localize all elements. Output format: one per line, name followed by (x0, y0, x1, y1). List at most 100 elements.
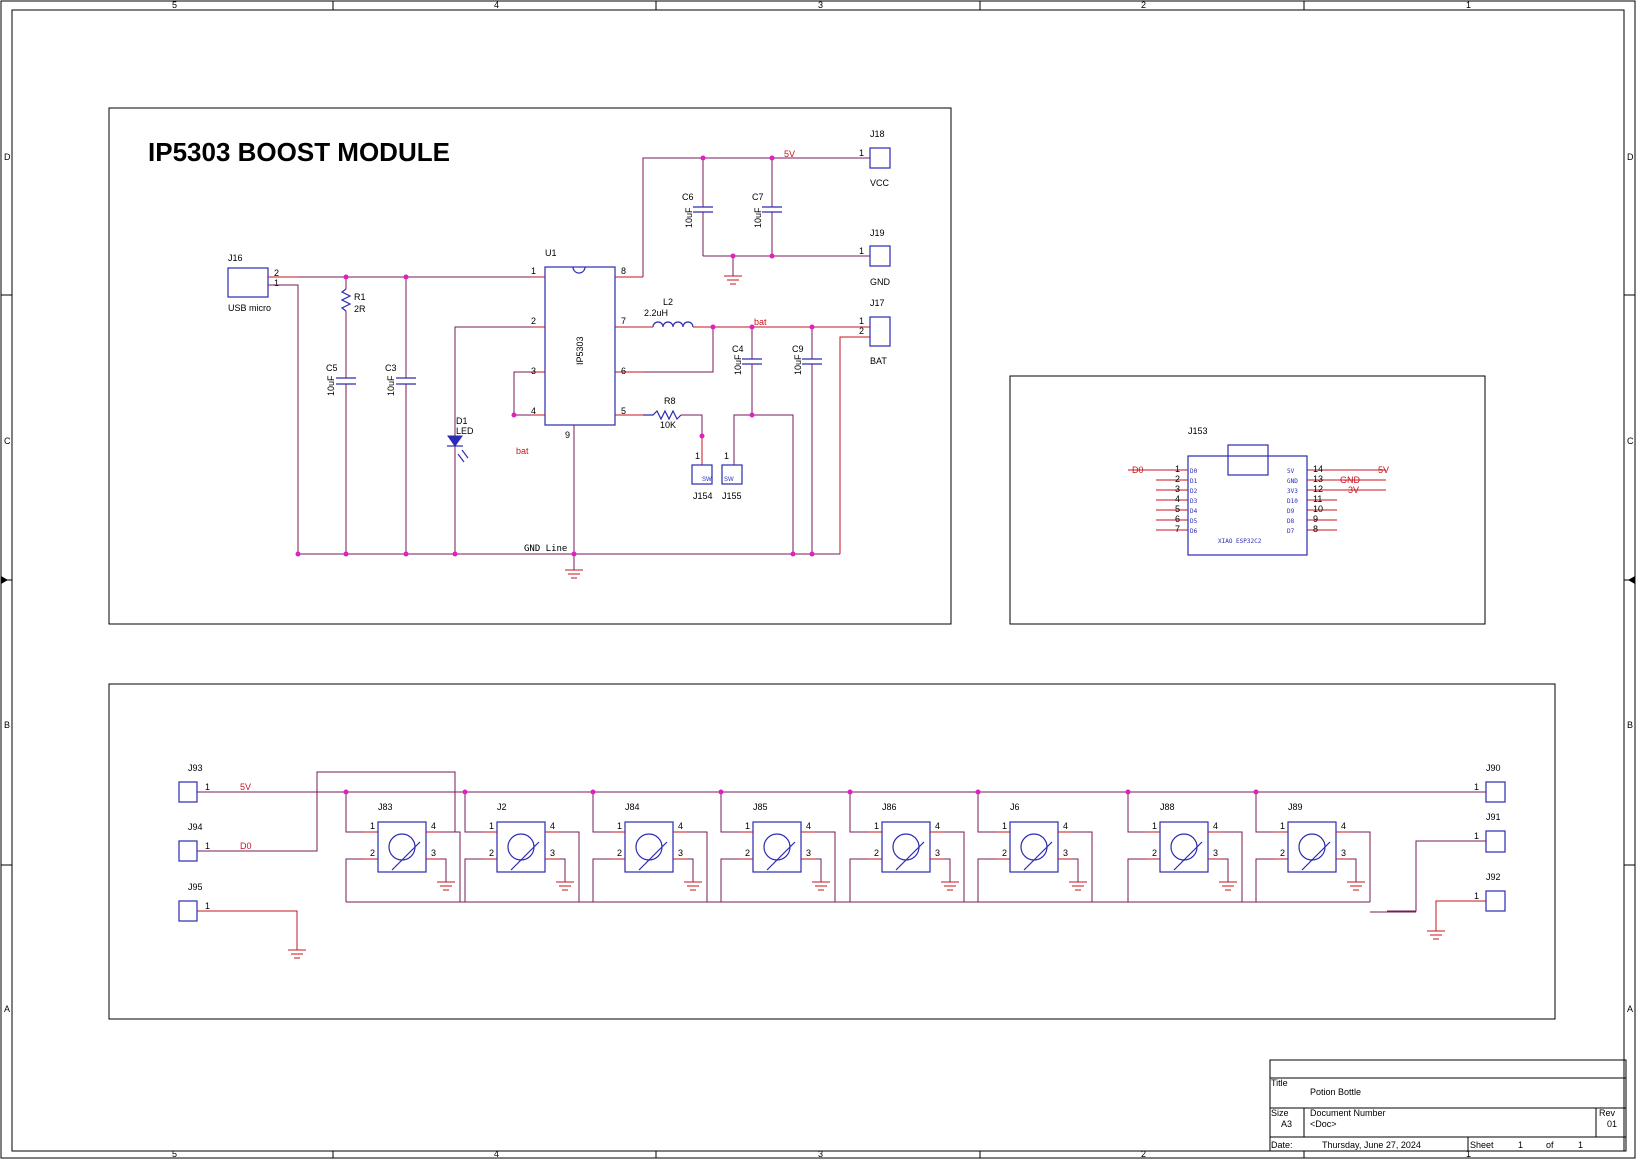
zone-row-right-a: A (1627, 1004, 1633, 1014)
led-pin4: 4 (1213, 821, 1218, 831)
c5-ref: C5 (326, 363, 338, 373)
j18-name: VCC (870, 178, 890, 188)
led-pin2: 2 (874, 848, 879, 858)
led-ref: J86 (882, 802, 897, 812)
led-j86: J861 2 3 4 (847, 789, 965, 902)
xiao-right-pin-name: D10 (1287, 498, 1298, 505)
zone-row-left-c: C (4, 436, 11, 446)
j92-connector-body (1485, 890, 1506, 912)
l2-value: 2.2uH (644, 308, 668, 318)
title-block: Title Potion Bottle Size A3 Document Num… (1269, 1059, 1627, 1152)
j90-connector-body (1485, 781, 1506, 803)
xiao-right-pin-num: 11 (1313, 494, 1322, 504)
led-ref: J85 (753, 802, 768, 812)
led-pin3: 3 (1063, 848, 1068, 858)
j16-name: USB micro (228, 303, 271, 313)
led-lens (507, 833, 535, 861)
boost-module-title: IP5303 BOOST MODULE (148, 137, 450, 167)
led-j85: J851 2 3 4 (718, 789, 836, 902)
c9-ref: C9 (792, 344, 804, 354)
xiao-right-pin-num: 8 (1313, 524, 1318, 534)
j94-ref: J94 (188, 822, 203, 832)
r8-ref: R8 (664, 396, 676, 406)
xiao-left-pin-name: D4 (1190, 508, 1198, 515)
boost-module-block: IP5303 BOOST MODULE J16 USB micro 2 1 R1… (108, 107, 952, 625)
xiao-left-pin-num: 3 (1175, 484, 1180, 494)
zone-col-top-1: 1 (1466, 0, 1471, 10)
led-lens (388, 833, 416, 861)
led-pin4: 4 (1341, 821, 1346, 831)
led-pin2: 2 (1280, 848, 1285, 858)
led-lens (1020, 833, 1048, 861)
tb-docnum: <Doc> (1310, 1119, 1337, 1129)
led-pin2: 2 (370, 848, 375, 858)
zone-row-right-c: C (1627, 436, 1634, 446)
led-j89: J891 2 3 4 (1253, 789, 1371, 902)
d1-value: LED (456, 426, 474, 436)
led-chain-group: J8312 34J212 34J8412 34J8512 34J8612 34J612 34… (343, 789, 1416, 913)
j16-connector-body (227, 267, 269, 298)
led-pin4: 4 (1063, 821, 1068, 831)
led-pin3: 3 (935, 848, 940, 858)
led-pin1: 1 (370, 821, 375, 831)
led-body (377, 821, 427, 873)
led-strip-block: J93 1 5V J94 1 D0 J95 1 J90 1 J91 1 J92 … (108, 683, 1556, 1020)
led-ref: J88 (1160, 802, 1175, 812)
zone-row-left-a: A (4, 1004, 10, 1014)
j18-pin: 1 (859, 148, 864, 158)
xiao-left-pin-name: D5 (1190, 518, 1198, 525)
j154-body: SW (702, 477, 712, 483)
j95-ref: J95 (188, 882, 203, 892)
c6-ref: C6 (682, 192, 694, 202)
led-j84: J841 2 3 4 (590, 789, 708, 902)
schematic-sheet: 5 4 3 2 1 5 4 3 2 1 D C B A D C B A IP53… (0, 0, 1636, 1159)
xiao-usb-connector (1227, 444, 1269, 476)
xiao-left-pin-num: 5 (1175, 504, 1180, 514)
led-pin4: 4 (678, 821, 683, 831)
c5-value: 10uF (326, 375, 336, 396)
j17-name: BAT (870, 356, 887, 366)
c4-ref: C4 (732, 344, 744, 354)
led-pin2: 2 (489, 848, 494, 858)
zone-row-right-b: B (1627, 720, 1633, 730)
bat-netlabel: bat (754, 317, 767, 327)
xiao-right-pin-num: 14 (1313, 464, 1323, 474)
led-pin3: 3 (1213, 848, 1218, 858)
j17-connector-body (869, 316, 891, 347)
led-j83: J831 2 3 4 (343, 789, 461, 902)
led-pin3: 3 (1341, 848, 1346, 858)
j95-pin: 1 (205, 901, 210, 911)
d1-ref: D1 (456, 416, 468, 426)
led-body (1287, 821, 1337, 873)
zone-col-bot-5: 5 (172, 1149, 177, 1159)
u1-pin3: 3 (531, 366, 536, 376)
led-pin1: 1 (1280, 821, 1285, 831)
xiao-left-pin-num: 6 (1175, 514, 1180, 524)
tb-size-label: Size (1271, 1108, 1289, 1118)
xiao-right-pin-name: D9 (1287, 508, 1295, 515)
xiao-right-pin-name: 5V (1287, 468, 1295, 475)
tb-sheet: 1 (1518, 1140, 1523, 1150)
j19-ref: J19 (870, 228, 885, 238)
j93-net: 5V (240, 782, 251, 792)
xiao-right-pin-name: D8 (1287, 518, 1295, 525)
led-ref: J89 (1288, 802, 1303, 812)
led-pin1: 1 (745, 821, 750, 831)
zone-col-top-5: 5 (172, 0, 177, 10)
j90-pin: 1 (1474, 782, 1479, 792)
led-pin3: 3 (678, 848, 683, 858)
u1-pin4: 4 (531, 406, 536, 416)
tb-title: Potion Bottle (1310, 1087, 1361, 1097)
j95-connector-body (178, 900, 198, 922)
led-pin4: 4 (550, 821, 555, 831)
led-pin1: 1 (874, 821, 879, 831)
j91-ref: J91 (1486, 812, 1501, 822)
led-ref: J84 (625, 802, 640, 812)
u1-bat-netlabel: bat (516, 446, 529, 456)
j17-pin2: 2 (859, 326, 864, 336)
zone-col-top-4: 4 (494, 0, 499, 10)
j154-pin: 1 (695, 451, 700, 461)
xiao-left-pin-name: D6 (1190, 528, 1198, 535)
c3-value: 10uF (386, 375, 396, 396)
j155-pin: 1 (724, 451, 729, 461)
